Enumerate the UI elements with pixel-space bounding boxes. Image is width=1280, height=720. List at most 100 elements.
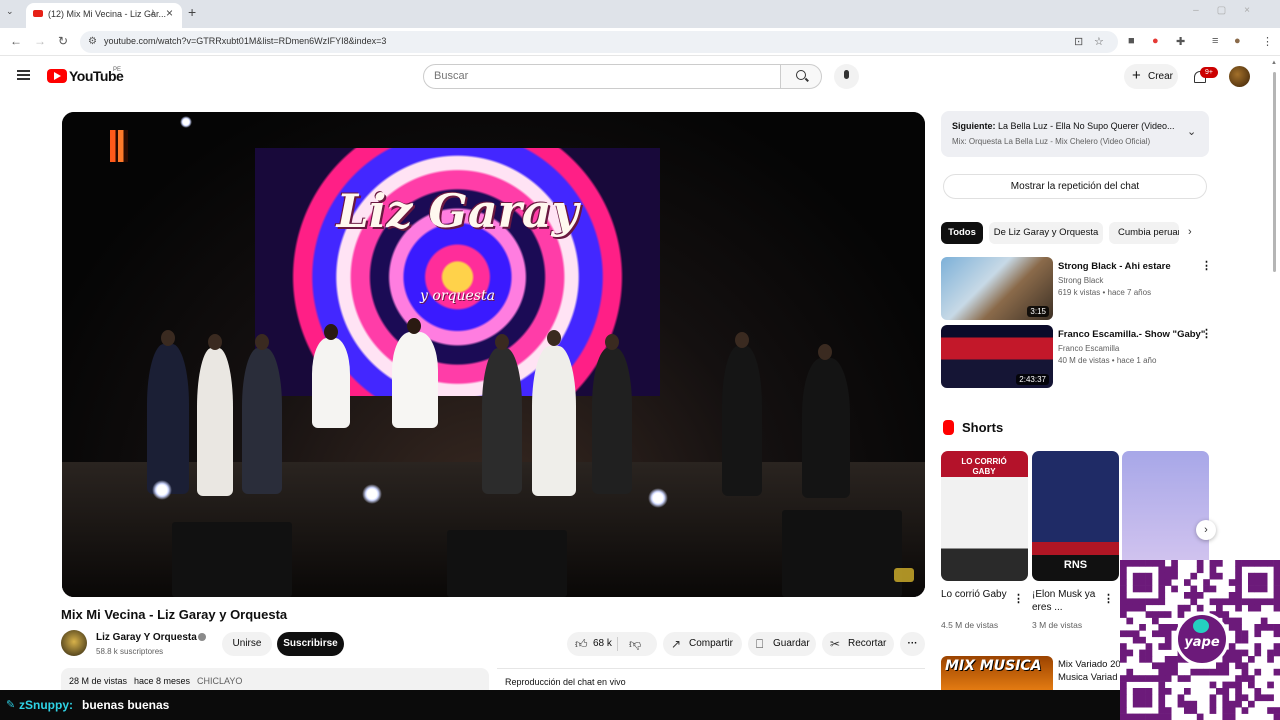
video-channel[interactable]: Strong Black: [1058, 276, 1103, 285]
video-title-line1: Mix Variado 20: [1058, 659, 1121, 670]
video-title[interactable]: Franco Escamilla.- Show "Gaby": [1058, 329, 1205, 340]
qr-module: [1164, 611, 1172, 618]
qr-module: [1209, 585, 1217, 593]
thumbs-up-icon[interactable]: 👍︎: [575, 632, 588, 656]
tab-search-icon[interactable]: ⌄: [6, 6, 14, 17]
qr-module: [1235, 681, 1242, 689]
qr-module: [1254, 649, 1262, 657]
qr-module: [1235, 675, 1242, 682]
address-bar[interactable]: ⚙ youtube.com/watch?v=GTRRxubt01M&list=R…: [80, 31, 1118, 53]
short-thumbnail[interactable]: RNS: [1032, 451, 1119, 581]
chevron-down-icon[interactable]: ⌄: [1187, 125, 1196, 138]
video-thumbnail[interactable]: 3:15: [941, 257, 1053, 320]
channel-avatar[interactable]: [61, 630, 87, 656]
qr-module: [1260, 585, 1268, 593]
shorts-next-button[interactable]: ›: [1196, 520, 1216, 540]
recommended-video[interactable]: 2:43:37 Franco Escamilla.- Show "Gaby" F…: [941, 325, 1212, 389]
qr-module: [1184, 707, 1191, 714]
new-tab-icon[interactable]: +: [188, 4, 196, 20]
voice-search-button[interactable]: [834, 64, 859, 89]
extensions-puzzle-icon[interactable]: ✚: [1176, 35, 1185, 48]
speaker-icon[interactable]: ♪: [150, 7, 155, 18]
playlist-next-box[interactable]: Siguiente: La Bella Luz - Ella No Supo Q…: [941, 111, 1209, 157]
back-icon[interactable]: ←: [10, 34, 22, 48]
recommended-video[interactable]: 3:15 Strong Black - Ahi estare Strong Bl…: [941, 257, 1212, 321]
qr-module: [1209, 598, 1217, 606]
qr-module: [1209, 668, 1217, 676]
more-actions-button[interactable]: ···: [900, 632, 925, 656]
qr-module: [1152, 630, 1159, 638]
create-button[interactable]: + Crear: [1124, 64, 1178, 89]
qr-module: [1158, 700, 1166, 708]
youtube-logo-icon[interactable]: [47, 69, 67, 83]
show-chat-replay-button[interactable]: Mostrar la repetición del chat: [943, 174, 1207, 199]
qr-module: [1145, 694, 1153, 702]
qr-module: [1158, 688, 1166, 695]
clip-button[interactable]: ✂ Recortar: [822, 632, 894, 656]
qr-module: [1139, 604, 1146, 612]
search-input[interactable]: [434, 65, 764, 87]
browser-menu-icon[interactable]: ⋮: [1262, 35, 1273, 48]
more-options-icon[interactable]: ⋮: [1013, 592, 1024, 605]
chip-cumbia[interactable]: Cumbia peruana: [1109, 222, 1179, 244]
qr-module: [1145, 611, 1153, 618]
save-button[interactable]: ⎕ Guardar: [748, 632, 816, 656]
scrollbar-thumb[interactable]: [1273, 72, 1276, 272]
qr-module: [1171, 668, 1178, 676]
join-button[interactable]: Unirse: [222, 632, 272, 656]
location-tag[interactable]: CHICLAYO: [197, 676, 242, 686]
qr-module: [1228, 592, 1236, 599]
qr-module: [1120, 566, 1127, 574]
stream-chat-overlay: ✎ zSnuppy: buenas buenas: [0, 690, 1280, 720]
short-title[interactable]: ¡Elon Musk ya eres ...: [1032, 588, 1102, 614]
account-avatar[interactable]: [1229, 66, 1250, 87]
forward-icon[interactable]: →: [34, 34, 46, 48]
search-button[interactable]: [780, 64, 822, 89]
band-member-head: [735, 332, 749, 348]
like-dislike-button[interactable]: 👍︎ 68 k 👎︎: [567, 632, 657, 656]
more-options-icon[interactable]: ⋮: [1201, 327, 1212, 340]
chip-all[interactable]: Todos: [941, 222, 983, 244]
browser-tab[interactable]: (12) Mix Mi Vecina - Liz Gar... ♪ ×: [26, 3, 182, 28]
qr-module: [1158, 598, 1166, 606]
qr-module: [1184, 579, 1191, 586]
video-player[interactable]: Liz Garay y orquesta: [62, 112, 925, 597]
install-icon[interactable]: ⊡: [1074, 35, 1083, 48]
channel-name[interactable]: Liz Garay Y Orquesta: [96, 632, 197, 643]
search-box[interactable]: [423, 64, 781, 89]
extension-icon[interactable]: ■: [1128, 35, 1135, 47]
channel-watermark-icon[interactable]: [894, 568, 914, 582]
reload-icon[interactable]: ↻: [58, 34, 68, 48]
chevron-right-icon[interactable]: ›: [1188, 226, 1192, 238]
short-thumbnail[interactable]: LO CORRIÓ GABY: [941, 451, 1028, 581]
share-button[interactable]: ↗ Compartir: [663, 632, 742, 656]
video-thumbnail[interactable]: MIX MUSICA: [941, 656, 1053, 690]
subscriber-count: 58.8 k suscriptores: [96, 647, 164, 656]
band-member: [242, 348, 282, 494]
qr-module: [1235, 617, 1242, 625]
subscribe-button[interactable]: Suscribirse: [277, 632, 344, 656]
profile-icon[interactable]: ●: [1234, 35, 1241, 47]
site-info-icon[interactable]: ⚙: [88, 36, 97, 47]
band-member-head: [818, 344, 832, 360]
video-title[interactable]: Strong Black - Ahi estare: [1058, 261, 1171, 272]
media-icon[interactable]: ≡: [1212, 35, 1218, 47]
short-title[interactable]: Lo corrió Gaby: [941, 588, 1011, 601]
video-thumbnail[interactable]: 2:43:37: [941, 325, 1053, 388]
scroll-up-icon[interactable]: ▲: [1271, 60, 1277, 66]
qr-module: [1132, 572, 1140, 580]
thumbs-down-icon[interactable]: 👎︎: [629, 632, 641, 656]
video-channel[interactable]: Franco Escamilla: [1058, 344, 1119, 353]
bookmark-star-icon[interactable]: ☆: [1094, 35, 1104, 48]
singer-head: [407, 318, 421, 334]
close-tab-icon[interactable]: ×: [166, 6, 173, 20]
qr-module: [1126, 649, 1134, 657]
microphone-icon: [844, 70, 849, 79]
window-controls[interactable]: –▢×: [1193, 5, 1268, 16]
extension-red-icon[interactable]: ●: [1152, 35, 1159, 47]
more-options-icon[interactable]: ⋮: [1103, 592, 1114, 605]
video-title[interactable]: Mix Variado 20 Musica Variad: [1058, 658, 1121, 684]
more-options-icon[interactable]: ⋮: [1201, 259, 1212, 272]
hamburger-menu-icon[interactable]: [17, 70, 30, 80]
chip-channel[interactable]: De Liz Garay y Orquesta: [989, 222, 1103, 244]
